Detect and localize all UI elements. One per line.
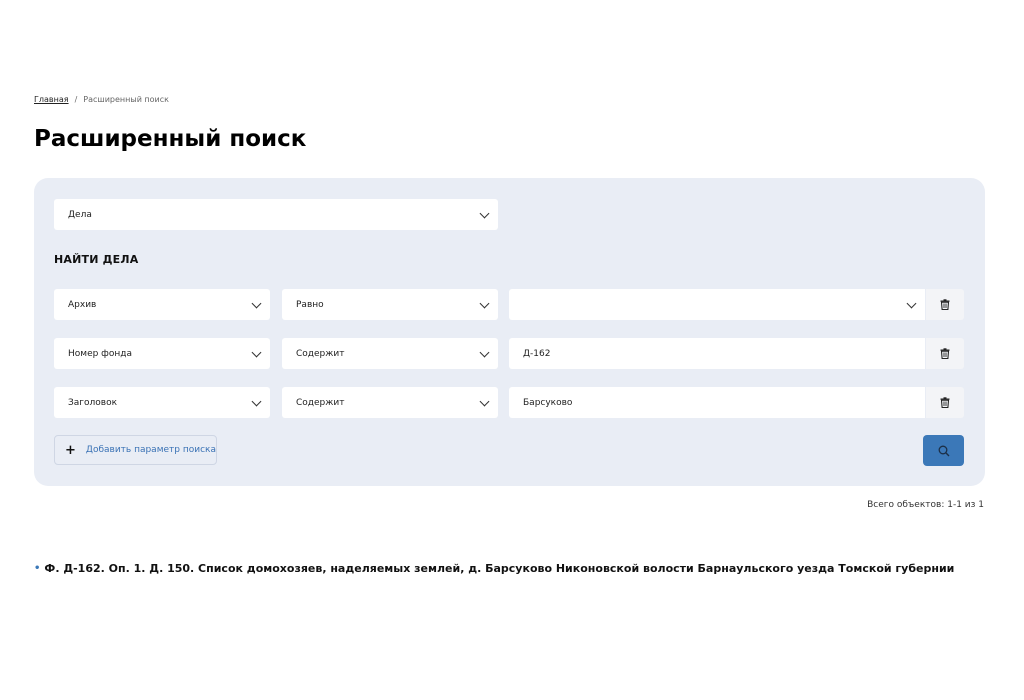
value-select-1[interactable] [509, 289, 925, 320]
chevron-down-icon [479, 396, 490, 407]
breadcrumb: Главная / Расширенный поиск [34, 95, 169, 104]
add-search-param-label: Добавить параметр поиска [85, 445, 216, 455]
chevron-down-icon [251, 298, 262, 309]
chevron-down-icon [479, 347, 490, 358]
operator-select-1[interactable]: Равно [282, 289, 498, 320]
list-item: • Ф. Д-162. Оп. 1. Д. 150. Список домохо… [34, 562, 954, 575]
bullet-icon: • [34, 563, 41, 574]
value-input-text: Барсуково [523, 397, 573, 408]
results-total: Всего объектов: 1-1 из 1 [867, 500, 984, 510]
trash-icon [940, 299, 950, 310]
value-input-3[interactable]: Барсуково [509, 387, 925, 418]
value-input-2[interactable]: Д-162 [509, 338, 925, 369]
breadcrumb-separator: / [74, 95, 78, 104]
search-icon [938, 445, 949, 456]
operator-select-3[interactable]: Содержит [282, 387, 498, 418]
object-type-select-value: Дела [68, 209, 92, 220]
chevron-down-icon [479, 298, 490, 309]
trash-icon [940, 397, 950, 408]
operator-select-value: Равно [296, 299, 324, 310]
page-title: Расширенный поиск [34, 126, 307, 152]
delete-row-button-3[interactable] [926, 387, 964, 418]
chevron-down-icon [479, 208, 490, 219]
delete-row-button-2[interactable] [926, 338, 964, 369]
field-select-value: Архив [68, 299, 97, 310]
chevron-down-icon [251, 347, 262, 358]
field-select-1[interactable]: Архив [54, 289, 270, 320]
field-select-value: Заголовок [68, 397, 118, 408]
object-type-select[interactable]: Дела [54, 199, 498, 230]
operator-select-value: Содержит [296, 397, 345, 408]
add-search-param-button[interactable]: + Добавить параметр поиска [54, 435, 217, 465]
field-select-2[interactable]: Номер фонда [54, 338, 270, 369]
field-select-3[interactable]: Заголовок [54, 387, 270, 418]
operator-select-2[interactable]: Содержит [282, 338, 498, 369]
plus-icon: + [65, 442, 76, 458]
operator-select-value: Содержит [296, 348, 345, 359]
search-button[interactable] [923, 435, 964, 466]
section-title: НАЙТИ ДЕЛА [54, 253, 139, 266]
value-input-text: Д-162 [523, 348, 551, 359]
delete-row-button-1[interactable] [926, 289, 964, 320]
breadcrumb-current: Расширенный поиск [83, 95, 169, 104]
chevron-down-icon [251, 396, 262, 407]
chevron-down-icon [906, 298, 917, 309]
trash-icon [940, 348, 950, 359]
result-link[interactable]: Ф. Д-162. Оп. 1. Д. 150. Список домохозя… [44, 562, 954, 575]
breadcrumb-home-link[interactable]: Главная [34, 95, 69, 104]
field-select-value: Номер фонда [68, 348, 132, 359]
